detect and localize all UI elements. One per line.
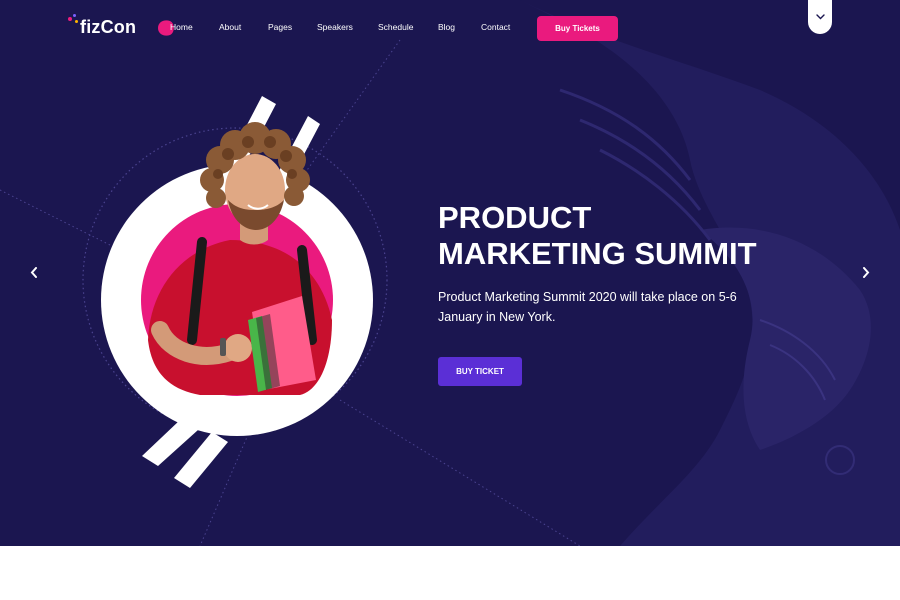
nav-item-pages[interactable]: Pages <box>268 22 292 32</box>
nav-item-about[interactable]: About <box>219 22 241 32</box>
nav-item-speakers[interactable]: Speakers <box>317 22 353 32</box>
nav-item-contact[interactable]: Contact <box>481 22 510 32</box>
below-hero-section <box>0 546 900 600</box>
logo[interactable]: fizCon <box>68 14 136 40</box>
slider-next-button[interactable] <box>858 264 874 280</box>
hero-description: Product Marketing Summit 2020 will take … <box>438 290 737 324</box>
hero-image <box>101 96 373 488</box>
slider-prev-button[interactable] <box>26 264 42 280</box>
nav-item-home[interactable]: Home <box>170 22 193 32</box>
site-header: fizCon Home About Pages Speakers Schedul… <box>0 0 900 56</box>
hero-title-line-2: MARKETING SUMMIT <box>438 236 757 271</box>
nav-item-schedule[interactable]: Schedule <box>378 22 413 32</box>
chevron-left-icon <box>30 266 37 278</box>
buy-ticket-button[interactable]: BUY TICKET <box>438 357 522 386</box>
logo-mark-icon <box>68 14 80 40</box>
chevron-down-icon <box>815 14 825 20</box>
chevron-right-icon <box>863 266 870 278</box>
hero-title: PRODUCT MARKETING SUMMIT <box>438 200 838 272</box>
hero-section: fizCon Home About Pages Speakers Schedul… <box>0 0 900 546</box>
logo-text: fizCon <box>80 16 137 37</box>
nav-item-blog[interactable]: Blog <box>438 22 455 32</box>
buy-tickets-button[interactable]: Buy Tickets <box>537 16 618 41</box>
hero-title-line-1: PRODUCT <box>438 200 592 235</box>
scroll-down-button[interactable] <box>808 0 832 34</box>
